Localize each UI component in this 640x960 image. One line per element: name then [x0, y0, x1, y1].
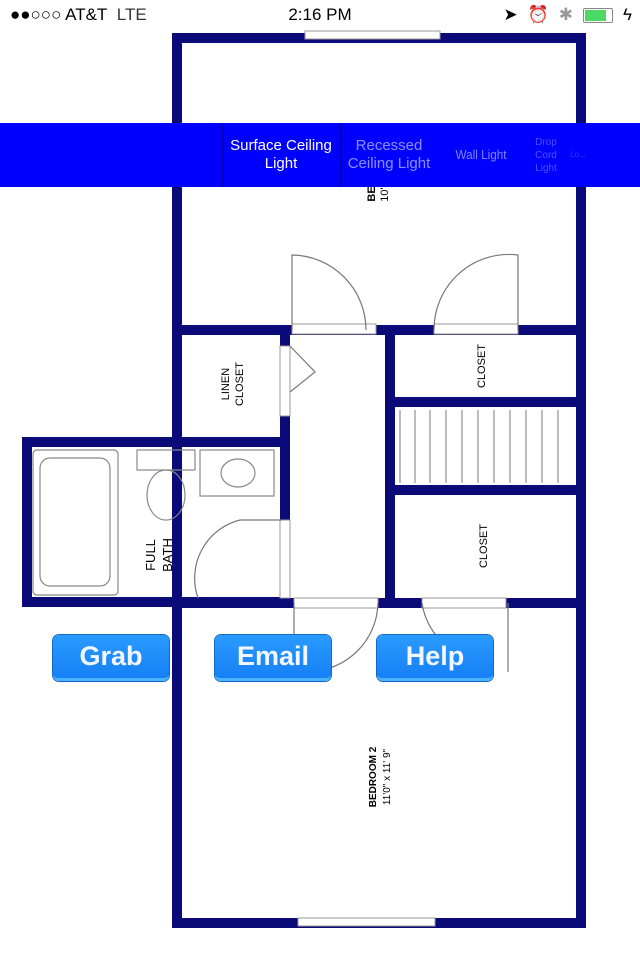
picker-item-wall-light[interactable]: Wall Light — [450, 123, 513, 187]
door-opening-4 — [421, 597, 507, 609]
door-swings — [194, 253, 519, 673]
linen-door-opening — [279, 345, 291, 417]
stairs — [399, 410, 559, 483]
door-opening-1 — [291, 323, 377, 335]
picker-item-surface-ceiling-light[interactable]: Surface Ceiling Light — [222, 123, 340, 187]
door-opening-2 — [433, 323, 519, 335]
bath-door-opening — [279, 519, 291, 599]
bath-label-2: BATH — [160, 538, 175, 572]
closet-top-label: CLOSET — [476, 344, 488, 388]
linen-label-1: LINEN — [220, 368, 232, 400]
sink — [199, 449, 275, 497]
help-button[interactable]: Help — [377, 635, 493, 681]
bath-wall — [22, 437, 290, 607]
bedroom2-name: BEDROOM 2 — [368, 746, 379, 807]
door-opening-3 — [293, 597, 379, 609]
bathtub — [32, 449, 119, 596]
picker-item-recessed-ceiling-light[interactable]: Recessed Ceiling Light — [340, 123, 438, 187]
email-button[interactable]: Email — [215, 635, 331, 681]
window-bottom — [297, 917, 436, 927]
linen-label-2: CLOSET — [234, 362, 246, 406]
bath-label-1: FULL — [143, 539, 158, 571]
window-top — [304, 30, 441, 40]
light-type-picker[interactable]: Surface Ceiling Light Recessed Ceiling L… — [0, 123, 640, 187]
picker-item-drop-cord-light[interactable]: Drop Cord Light — [526, 123, 566, 187]
picker-item-partial[interactable]: Lo... — [568, 123, 588, 187]
grab-button[interactable]: Grab — [53, 635, 169, 681]
bedroom2-size: 11'0" x 11' 9" — [382, 748, 393, 805]
fixtures — [32, 449, 275, 596]
closet-bottom-label: CLOSET — [478, 524, 490, 568]
